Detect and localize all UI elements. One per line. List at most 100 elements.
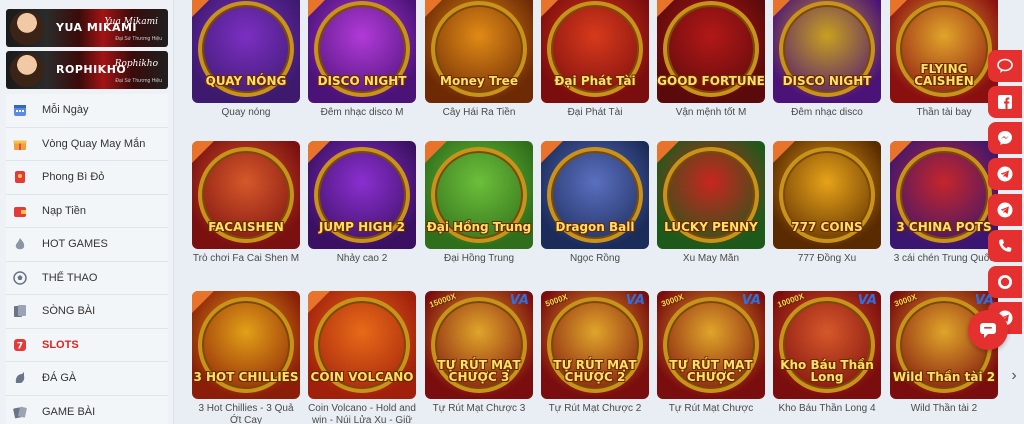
game-tile[interactable]: 3 CHINA POTS 3 cái chén Trung Quốc — [890, 141, 1000, 277]
game-thumbnail[interactable]: DISCO NIGHT — [773, 0, 881, 103]
hot-badge — [657, 0, 679, 17]
facebook-button[interactable] — [988, 86, 1022, 118]
game-title[interactable]: Đại Phát Tài — [541, 107, 649, 131]
game-title[interactable]: Xu May Mắn — [657, 253, 765, 277]
sidebar-item-game-bai[interactable]: GAME BÀI — [6, 395, 168, 424]
ambassador-banner-rophikho[interactable]: ROPHIKHO Rophikho Đại Sứ Thương Hiệu — [6, 51, 168, 89]
game-thumbnail[interactable]: TỰ RÚT MẠT CHƯỢC VA 3000X — [657, 291, 765, 399]
game-tile[interactable]: Dragon Ball Ngọc Rồng — [541, 141, 651, 277]
game-tile[interactable]: LUCKY PENNY Xu May Mắn — [657, 141, 767, 277]
sidebar-item-phong-bi-do[interactable]: Phong Bì Đỏ — [6, 161, 168, 195]
support-button[interactable] — [988, 266, 1022, 298]
chevron-right-icon[interactable]: › — [1004, 358, 1024, 394]
sidebar-item-da-ga[interactable]: ĐÁ GÀ — [6, 362, 168, 396]
game-thumbnail[interactable]: JUMP HIGH 2 — [308, 141, 416, 249]
game-title[interactable]: Vận mệnh tốt M — [657, 107, 765, 131]
game-thumbnail[interactable]: Đại Hồng Trung — [425, 141, 533, 249]
game-tile[interactable]: Kho Báu Thần Long VA 10000X Kho Báu Thần Lo… — [773, 291, 883, 424]
game-tile[interactable]: FACAISHEN Trò chơi Fa Cai Shen M — [192, 141, 302, 277]
game-thumbnail[interactable]: FACAISHEN — [192, 141, 300, 249]
game-thumbnail[interactable]: FLYING CAISHEN — [890, 0, 998, 103]
game-logo-text: TỰ RÚT MẠT CHƯỢC 2 — [553, 358, 637, 384]
game-logo-text: QUAY NÓNG — [205, 74, 287, 88]
game-tile[interactable]: GOOD FORTUNE Vận mệnh tốt M — [657, 0, 767, 131]
sidebar-item-the-thao[interactable]: THỂ THAO — [6, 261, 168, 295]
game-title[interactable]: Wild Thần tài 2 — [890, 403, 998, 424]
hot-badge — [657, 141, 679, 163]
sidebar-item-moi-ngay[interactable]: Mỗi Ngày — [6, 94, 168, 128]
sidebar-item-vong-quay[interactable]: Vòng Quay May Mắn — [6, 127, 168, 161]
game-title[interactable]: Quay nóng — [192, 107, 300, 131]
messenger-button[interactable] — [988, 122, 1022, 154]
game-title[interactable]: Tự Rút Mạt Chược 3 — [425, 403, 533, 424]
chat-bubble-button[interactable] — [988, 50, 1022, 82]
game-title[interactable]: Ngọc Rồng — [541, 253, 649, 277]
game-title[interactable]: 3 cái chén Trung Quốc — [890, 253, 998, 277]
sidebar-item-label: Phong Bì Đỏ — [42, 171, 105, 184]
game-tile[interactable]: JUMP HIGH 2 Nhảy cao 2 — [308, 141, 418, 277]
game-title[interactable]: 3 Hot Chillies - 3 Quả Ớt Cay — [192, 403, 300, 424]
game-title[interactable]: Kho Báu Thần Long 4 — [773, 403, 881, 424]
game-thumbnail[interactable]: LUCKY PENNY — [657, 141, 765, 249]
game-title[interactable]: Coin Volcano - Hold and win - Núi Lửa Xu… — [308, 403, 416, 424]
sidebar-item-song-bai[interactable]: SÒNG BÀI — [6, 295, 168, 329]
game-grid: QUAY NÓNG Quay nóng DISCO NIGHT Đêm nhạc di… — [192, 0, 1002, 424]
game-thumbnail[interactable]: TỰ RÚT MẠT CHƯỢC 2 VA 5000X — [541, 291, 649, 399]
game-title[interactable]: Trò chơi Fa Cai Shen M — [192, 253, 300, 277]
game-logo-text: DISCO NIGHT — [782, 74, 872, 88]
game-thumbnail[interactable]: Đại Phát Tài — [541, 0, 649, 103]
hot-badge — [773, 0, 795, 17]
game-title[interactable]: Đại Hồng Trung — [425, 253, 533, 277]
game-title[interactable]: Tự Rút Mạt Chược 2 — [541, 403, 649, 424]
game-tile[interactable]: TỰ RÚT MẠT CHƯỢC VA 3000X Tự Rút Mạt Chược — [657, 291, 767, 424]
game-title[interactable]: 777 Đồng Xu — [773, 253, 881, 277]
game-thumbnail[interactable]: Money Tree — [425, 0, 533, 103]
game-title[interactable]: Thần tài bay — [890, 107, 998, 131]
game-tile[interactable]: Money Tree Cây Hái Ra Tiền — [425, 0, 535, 131]
game-tile[interactable]: TỰ RÚT MẠT CHƯỢC 3 VA 15000X Tự Rút Mạt Chư… — [425, 291, 535, 424]
sidebar-item-hot-games[interactable]: HOT GAMES — [6, 228, 168, 262]
game-tile[interactable]: 777 COINS 777 Đồng Xu — [773, 141, 883, 277]
ambassador-banner-yua-mikami[interactable]: YUA MIKAMI Yua Mikami Đại Sứ Thương Hiệu — [6, 9, 168, 47]
game-tile[interactable]: DISCO NIGHT Đêm nhạc disco — [773, 0, 883, 131]
game-thumbnail[interactable]: Dragon Ball — [541, 141, 649, 249]
game-thumbnail[interactable]: TỰ RÚT MẠT CHƯỢC 3 VA 15000X — [425, 291, 533, 399]
game-title[interactable]: Cây Hái Ra Tiền — [425, 107, 533, 131]
game-title[interactable]: Nhảy cao 2 — [308, 253, 416, 277]
telegram-button[interactable] — [988, 194, 1022, 226]
hot-badge — [308, 291, 330, 313]
game-thumbnail[interactable]: QUAY NÓNG — [192, 0, 300, 103]
game-thumbnail[interactable]: GOOD FORTUNE — [657, 0, 765, 103]
game-thumbnail[interactable]: 777 COINS — [773, 141, 881, 249]
game-title[interactable]: Đêm nhạc disco M — [308, 107, 416, 131]
sidebar-item-label: Vòng Quay May Mắn — [42, 137, 146, 150]
game-thumbnail[interactable]: COIN VOLCANO — [308, 291, 416, 399]
sidebar-item-label: ĐÁ GÀ — [42, 372, 77, 385]
game-title[interactable]: Tự Rút Mạt Chược — [657, 403, 765, 424]
game-tile[interactable]: Đại Hồng Trung Đại Hồng Trung — [425, 141, 535, 277]
sidebar-item-nap-tien[interactable]: Nạp Tiền — [6, 194, 168, 228]
hot-badge — [773, 141, 795, 163]
sidebar-item-label: THỂ THAO — [42, 271, 98, 284]
provider-badge: VA — [741, 293, 761, 308]
rooster-icon — [12, 370, 28, 386]
game-tile[interactable]: Đại Phát Tài Đại Phát Tài — [541, 0, 651, 131]
sidebar-item-slots[interactable]: 7 SLOTS — [6, 328, 168, 362]
game-thumbnail[interactable]: DISCO NIGHT — [308, 0, 416, 103]
game-thumbnail[interactable]: 3 CHINA POTS — [890, 141, 998, 249]
flame-icon — [12, 236, 28, 252]
hot-badge — [308, 0, 330, 17]
game-title[interactable]: Đêm nhạc disco — [773, 107, 881, 131]
phone-button[interactable] — [988, 230, 1022, 262]
game-tile[interactable]: TỰ RÚT MẠT CHƯỢC 2 VA 5000X Tự Rút Mạt Chượ… — [541, 291, 651, 424]
telegram-button[interactable] — [988, 158, 1022, 190]
game-tile[interactable]: COIN VOLCANO Coin Volcano - Hold and win … — [308, 291, 418, 424]
game-tile[interactable]: 3 HOT CHILLIES 3 Hot Chillies - 3 Quả Ớt … — [192, 291, 302, 424]
game-tile[interactable]: QUAY NÓNG Quay nóng — [192, 0, 302, 131]
game-thumbnail[interactable]: Kho Báu Thần Long VA 10000X — [773, 291, 881, 399]
game-tile[interactable]: DISCO NIGHT Đêm nhạc disco M — [308, 0, 418, 131]
game-thumbnail[interactable]: 3 HOT CHILLIES — [192, 291, 300, 399]
sidebar-item-label: SLOTS — [42, 338, 79, 351]
game-tile[interactable]: FLYING CAISHEN Thần tài bay — [890, 0, 1000, 131]
live-chat-button[interactable] — [968, 310, 1008, 350]
